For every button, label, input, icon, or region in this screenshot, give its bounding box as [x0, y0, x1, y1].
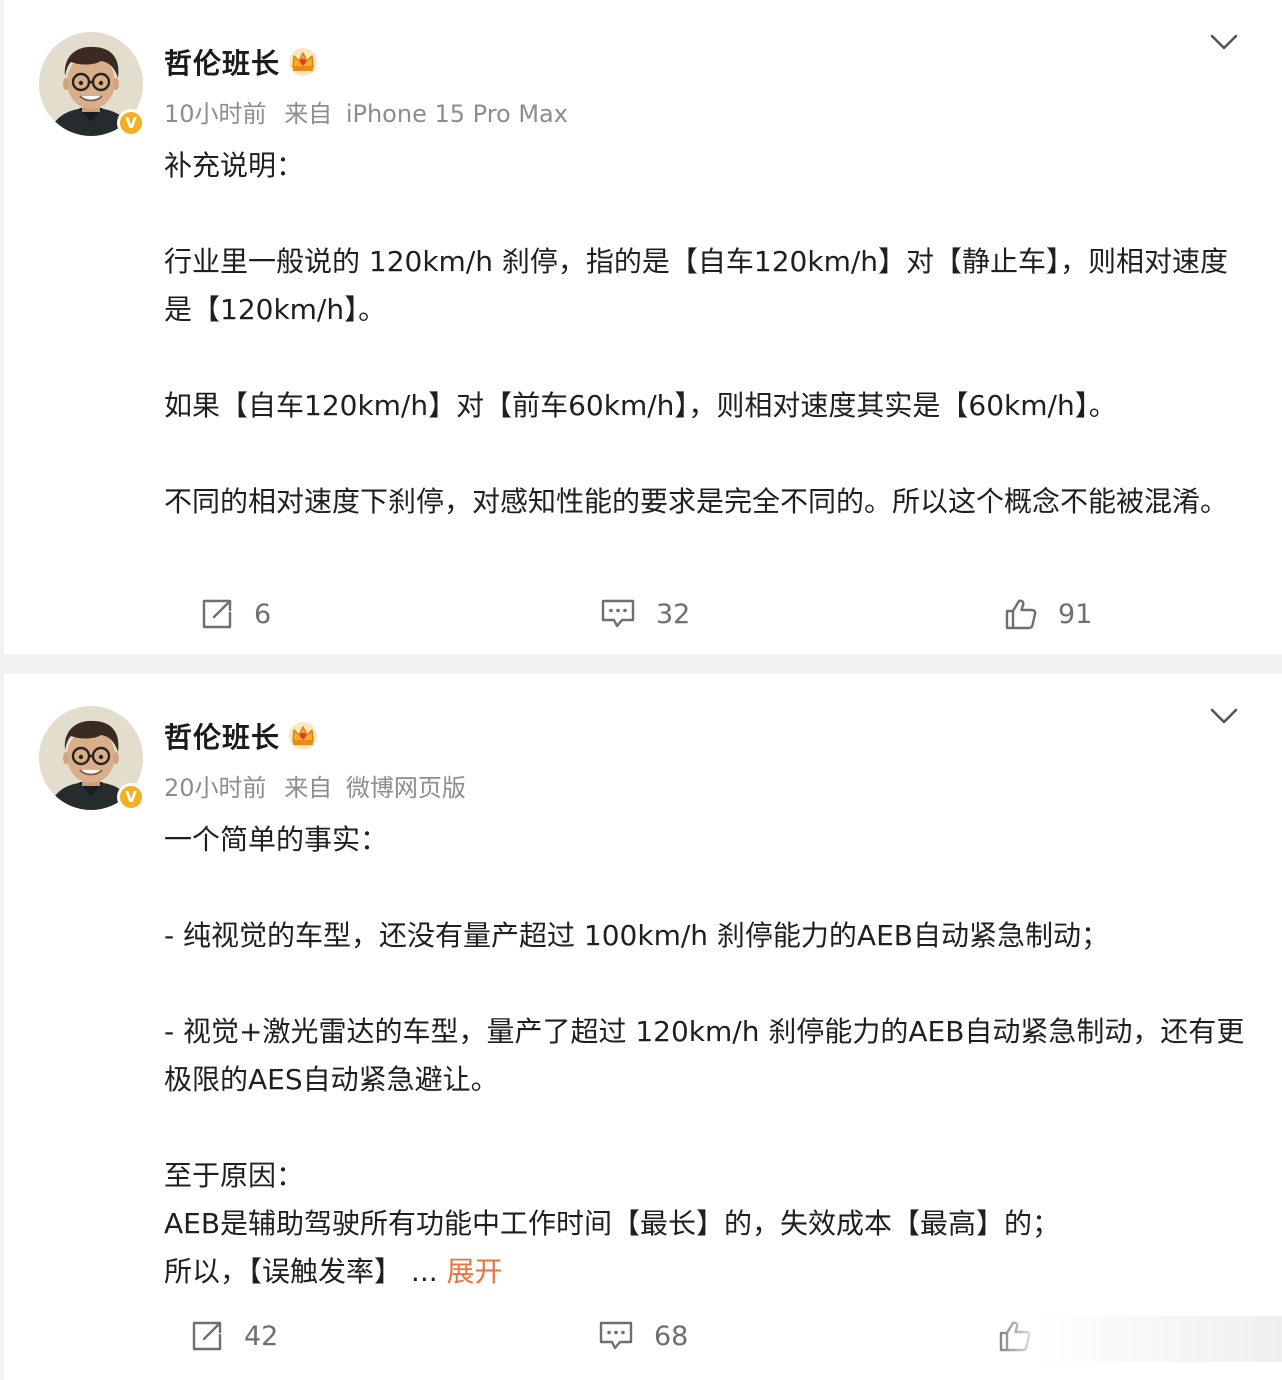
repost-count: 6	[254, 598, 272, 630]
source-prefix: 来自	[284, 100, 333, 128]
repost-icon	[200, 597, 234, 631]
post-time[interactable]: 20小时前	[164, 774, 267, 802]
post-source: 微博网页版	[345, 774, 466, 802]
comment-button[interactable]: 32	[600, 594, 690, 634]
post-paragraph: - 视觉+激光雷达的车型，量产了超过 120km/h 刹停能力的AEB自动紧急制…	[164, 1015, 1245, 1096]
source-prefix: 来自	[284, 774, 333, 802]
avatar[interactable]: V	[39, 706, 145, 811]
fade-overlay	[992, 1316, 1282, 1362]
verified-v-icon: V	[117, 109, 145, 137]
truncation-ellipsis: ...	[402, 1255, 447, 1288]
post-paragraph: - 纯视觉的车型，还没有量产超过 100km/h 刹停能力的AEB自动紧急制动；	[164, 919, 1109, 952]
author-row: 哲伦班长	[164, 716, 318, 756]
crown-icon[interactable]	[288, 47, 318, 77]
post-meta: 10小时前 来自 iPhone 15 Pro Max	[164, 94, 568, 129]
author-name[interactable]: 哲伦班长	[164, 42, 280, 82]
post-time[interactable]: 10小时前	[164, 100, 267, 128]
post-actions: 6 32 91	[4, 594, 1282, 634]
post-paragraph: AEB是辅助驾驶所有功能中工作时间【最长】的，失效成本【最高】的；	[164, 1207, 1061, 1240]
repost-count: 42	[244, 1320, 279, 1352]
post-content: 补充说明： 行业里一般说的 120km/h 刹停，指的是【自车120km/h】对…	[164, 142, 1246, 526]
post-paragraph: 不同的相对速度下刹停，对感知性能的要求是完全不同的。所以这个概念不能被混淆。	[164, 485, 1229, 518]
repost-button[interactable]: 42	[190, 1316, 278, 1356]
repost-icon	[190, 1319, 224, 1353]
comment-button[interactable]: 68	[598, 1316, 688, 1356]
post-paragraph: 所以，【误触发率】	[164, 1255, 403, 1288]
chevron-down-icon[interactable]	[1206, 28, 1242, 56]
post-paragraph-truncated: 所以，【误触发率】 ... 展开	[164, 1248, 1246, 1296]
comment-count: 68	[654, 1320, 689, 1352]
expand-link[interactable]: 展开	[447, 1255, 503, 1288]
comment-icon	[598, 1320, 634, 1352]
author-row: 哲伦班长	[164, 42, 318, 82]
comment-icon	[600, 598, 636, 630]
author-name[interactable]: 哲伦班长	[164, 716, 280, 756]
verified-v-icon: V	[117, 783, 145, 811]
post-paragraph: 行业里一般说的 120km/h 刹停，指的是【自车120km/h】对【静止车】，…	[164, 245, 1229, 326]
post-source: iPhone 15 Pro Max	[345, 100, 568, 128]
like-count: 91	[1058, 598, 1093, 630]
like-button[interactable]: 91	[1004, 594, 1092, 634]
post-card: V 哲伦班长 10小时前 来自 iPhone 15 Pro Max 补充说明： …	[4, 0, 1282, 654]
crown-icon[interactable]	[288, 721, 318, 751]
like-icon	[1004, 597, 1038, 631]
post-paragraph: 补充说明：	[164, 149, 305, 182]
post-paragraph: 如果【自车120km/h】对【前车60km/h】，则相对速度其实是【60km/h…	[164, 389, 1117, 422]
comment-count: 32	[656, 598, 691, 630]
chevron-down-icon[interactable]	[1206, 702, 1242, 730]
post-card: V 哲伦班长 20小时前 来自 微博网页版 一个简单的事实： - 纯视觉的车型，…	[4, 674, 1282, 1380]
avatar[interactable]: V	[39, 32, 145, 137]
post-paragraph: 至于原因：	[164, 1159, 305, 1192]
post-meta: 20小时前 来自 微博网页版	[164, 768, 466, 803]
post-content: 一个简单的事实： - 纯视觉的车型，还没有量产超过 100km/h 刹停能力的A…	[164, 816, 1246, 1296]
repost-button[interactable]: 6	[200, 594, 271, 634]
post-paragraph: 一个简单的事实：	[164, 823, 389, 856]
